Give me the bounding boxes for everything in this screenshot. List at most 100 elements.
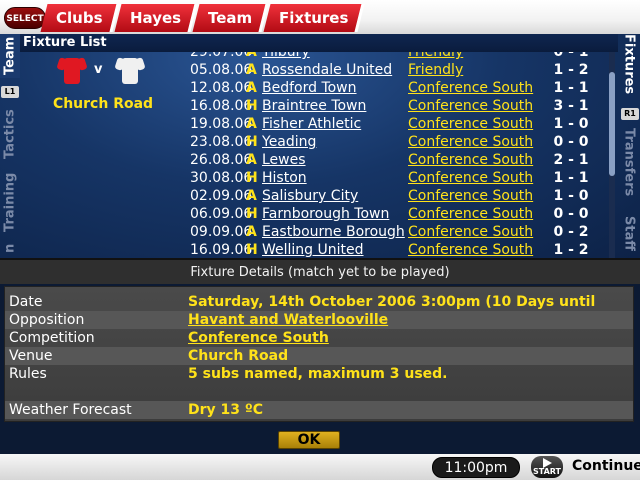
right-tab-strip: Fixtures R1 Transfers Staff [618, 34, 640, 258]
fixture-row[interactable]: 29.07.06 A Tilbury Friendly 0 - 1 [190, 52, 608, 61]
fixture-score: 0 - 1 [553, 52, 589, 60]
detail-label: Rules [9, 366, 47, 382]
r1-button-badge: R1 [621, 108, 639, 120]
fixture-date: 16.09.06 [190, 242, 253, 258]
fixture-row[interactable]: 06.09.06 H Farnborough Town Conference Sout… [190, 205, 608, 223]
detail-label: Date [9, 294, 43, 310]
fixture-competition[interactable]: Conference South [408, 169, 542, 187]
fixture-venue-type: H [246, 134, 258, 150]
fixture-list-panel: Team L1 Tactics Training n Fixture List … [0, 34, 640, 258]
fixture-competition[interactable]: Conference South [408, 241, 542, 258]
fixture-competition[interactable]: Conference South [408, 151, 542, 169]
fixture-opponent[interactable]: Fisher Athletic [262, 115, 408, 133]
fixture-list-scrollbar[interactable] [609, 52, 615, 258]
fixture-opponent[interactable]: Farnborough Town [262, 205, 408, 223]
fixture-row[interactable]: 16.09.06 H Welling United Conference South 1… [190, 241, 608, 258]
fixture-row[interactable]: 19.08.06 A Fisher Athletic Conference South… [190, 115, 608, 133]
left-tab-strip: Team L1 Tactics Training n [0, 34, 20, 258]
fixture-date: 29.07.06 [190, 52, 253, 60]
detail-row: Date Saturday, 14th October 2006 3:00pm (… [5, 293, 633, 328]
detail-value: Dry 13 ºC [188, 402, 264, 418]
fixture-opponent[interactable]: Histon [262, 169, 408, 187]
select-button[interactable]: SELECT [4, 7, 46, 29]
away-kit-icon [114, 56, 146, 86]
fixture-competition[interactable]: Friendly [408, 61, 542, 79]
fixture-score: 3 - 1 [553, 98, 589, 114]
breadcrumb-hayes[interactable]: Hayes [114, 4, 198, 32]
fixture-competition[interactable]: Conference South [408, 133, 542, 151]
fixture-date: 12.08.06 [190, 80, 253, 96]
fixture-row[interactable]: 26.08.06 A Lewes Conference South 2 - 1 [190, 151, 608, 169]
fixture-row[interactable]: 23.08.06 H Yeading Conference South 0 - 0 [190, 133, 608, 151]
detail-value: Church Road [188, 348, 289, 364]
fixture-date: 19.08.06 [190, 116, 253, 132]
fixture-score: 1 - 1 [553, 80, 589, 96]
fixture-competition[interactable]: Conference South [408, 115, 542, 133]
fixture-opponent[interactable]: Braintree Town [262, 97, 408, 115]
fixture-opponent[interactable]: Bedford Town [262, 79, 408, 97]
fixture-opponent[interactable]: Welling United [262, 241, 408, 258]
play-icon [543, 458, 552, 468]
bottom-bar: 11:00pm START Continue [0, 454, 640, 480]
fixture-date: 26.08.06 [190, 152, 253, 168]
fixture-row[interactable]: 02.09.06 A Salisbury City Conference South 1… [190, 187, 608, 205]
fixture-list: 29.07.06 A Tilbury Friendly 0 - 1 05.08.06 A Ro… [190, 52, 608, 258]
panel-title: Fixture List [20, 34, 618, 52]
fixture-details-panel: Date Saturday, 14th October 2006 3:00pm (… [4, 286, 634, 422]
tab-transfers[interactable]: Transfers [618, 122, 640, 202]
fixture-opponent[interactable]: Rossendale United [262, 61, 408, 79]
fixture-score: 1 - 0 [553, 116, 589, 132]
fixture-row[interactable]: 12.08.06 A Bedford Town Conference South 1 -… [190, 79, 608, 97]
fixture-row[interactable]: 05.08.06 A Rossendale United Friendly 1 - 2 [190, 61, 608, 79]
fixture-opponent[interactable]: Eastbourne Borough [262, 223, 408, 241]
top-nav-bar: SELECT Clubs Hayes Team Fixtures [0, 0, 640, 34]
continue-button[interactable]: Continue [572, 458, 640, 474]
fixture-score: 0 - 0 [553, 206, 589, 222]
start-button[interactable]: START [531, 456, 563, 478]
fixture-competition[interactable]: Conference South [408, 187, 542, 205]
fixture-score: 0 - 2 [553, 224, 589, 240]
fixture-date: 02.09.06 [190, 188, 253, 204]
fixture-date: 06.09.06 [190, 206, 253, 222]
fixture-row[interactable]: 09.09.06 A Eastbourne Borough Conference So… [190, 223, 608, 241]
detail-row: Venue Church Road [5, 347, 633, 365]
breadcrumb-clubs[interactable]: Clubs [40, 4, 119, 32]
fixture-score: 1 - 1 [553, 170, 589, 186]
l1-button-badge: L1 [1, 86, 19, 98]
tab-team[interactable]: Team [0, 34, 20, 78]
fixture-score: 1 - 0 [553, 188, 589, 204]
fixture-row[interactable]: 16.08.06 H Braintree Town Conference South 3… [190, 97, 608, 115]
fixture-opponent[interactable]: Lewes [262, 151, 408, 169]
fixture-competition[interactable]: Conference South [408, 223, 542, 241]
breadcrumb-team[interactable]: Team [192, 4, 269, 32]
fixture-opponent[interactable]: Salisbury City [262, 187, 408, 205]
fixture-competition[interactable]: Conference South [408, 205, 542, 223]
fixture-date: 05.08.06 [190, 62, 253, 78]
breadcrumb-fixtures[interactable]: Fixtures [263, 4, 365, 32]
detail-row: Rules 5 subs named, maximum 3 used. [5, 365, 633, 383]
scroll-thumb[interactable] [609, 72, 615, 176]
tab-training[interactable]: Training [0, 170, 20, 234]
fixture-opponent[interactable]: Tilbury [262, 52, 408, 61]
detail-row: Competition Conference South [5, 329, 633, 347]
tab-tactics[interactable]: Tactics [0, 102, 20, 166]
fixture-competition[interactable]: Conference South [408, 79, 542, 97]
venue-name: Church Road [52, 96, 154, 112]
breadcrumb: Clubs Hayes Team Fixtures [40, 4, 365, 32]
fixture-opponent[interactable]: Yeading [262, 133, 408, 151]
tab-fixtures[interactable]: Fixtures [618, 34, 640, 94]
fixture-row[interactable]: 30.08.06 H Histon Conference South 1 - 1 [190, 169, 608, 187]
detail-row: Weather Forecast Dry 13 ºC [5, 401, 633, 419]
fixture-competition[interactable]: Conference South [408, 97, 542, 115]
detail-value[interactable]: Conference South [188, 329, 329, 347]
fixture-venue-type: A [246, 62, 257, 78]
ok-button[interactable]: OK [278, 431, 340, 449]
tab-partial[interactable]: n [0, 238, 20, 258]
fixture-competition[interactable]: Friendly [408, 52, 542, 61]
tab-staff[interactable]: Staff [618, 208, 640, 258]
detail-value[interactable]: Havant and Waterlooville [188, 311, 388, 329]
fixture-venue-type: H [246, 170, 258, 186]
fixture-venue-type: H [246, 242, 258, 258]
detail-label: Competition [9, 330, 95, 346]
fixture-venue-type: A [246, 116, 257, 132]
